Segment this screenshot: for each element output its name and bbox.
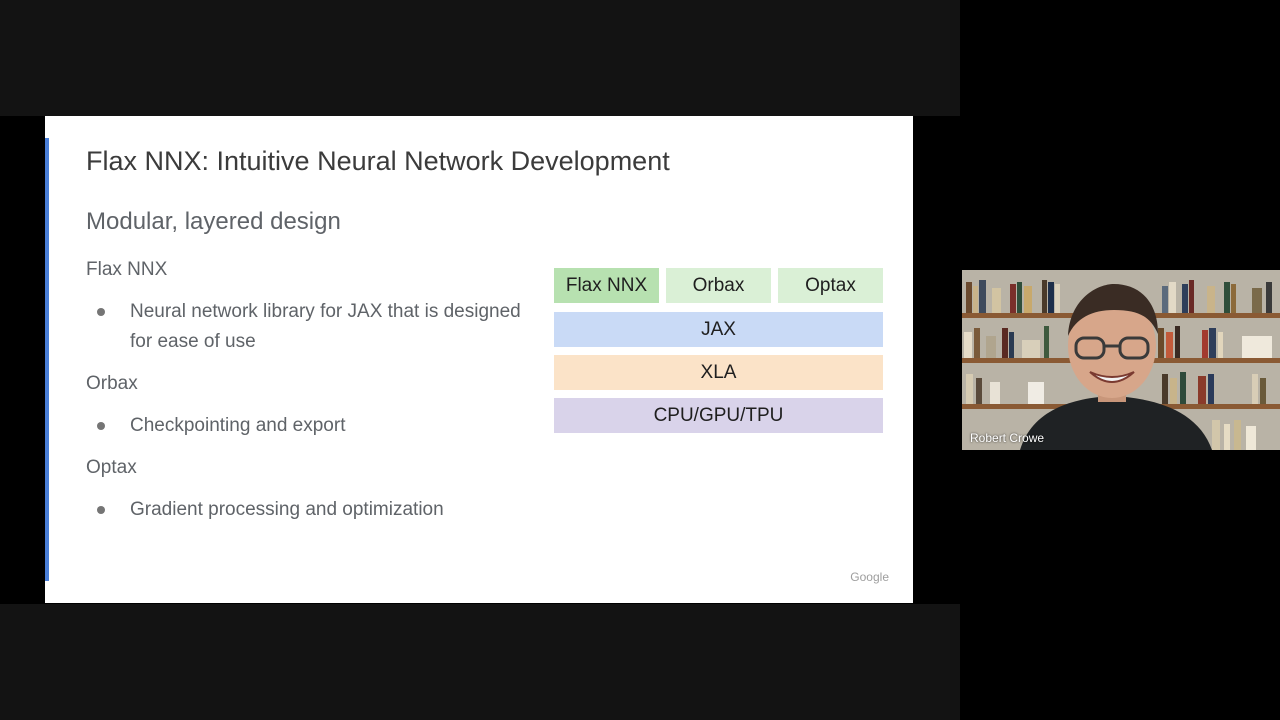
bullet-text-orbax: Checkpointing and export: [130, 415, 346, 436]
bullet-text-optax: Gradient processing and optimization: [130, 499, 444, 520]
section-label-optax: Optax: [86, 457, 137, 478]
participant-name-tag: Robert Crowe: [970, 431, 1045, 445]
presentation-slide: Flax NNX: Intuitive Neural Network Devel…: [45, 116, 913, 603]
letterbox-bottom: [0, 604, 960, 720]
bullet-dot: [97, 506, 105, 514]
participant-video-feed: [962, 270, 1280, 450]
stack-box-xla: XLA: [554, 355, 883, 390]
bullet-text-flax-nnx: Neural network library for JAX that is d…: [130, 301, 521, 352]
stack-box-hardware: CPU/GPU/TPU: [554, 398, 883, 433]
stack-box-optax: Optax: [778, 268, 883, 303]
slide-subtitle: Modular, layered design: [86, 208, 341, 235]
stack-box-orbax: Orbax: [666, 268, 771, 303]
meeting-stage: Flax NNX: Intuitive Neural Network Devel…: [0, 0, 1280, 720]
letterbox-top: [0, 0, 960, 116]
participant-video-tile[interactable]: Robert Crowe: [962, 270, 1280, 450]
stack-box-jax: JAX: [554, 312, 883, 347]
section-label-flax-nnx: Flax NNX: [86, 259, 168, 280]
slide-title: Flax NNX: Intuitive Neural Network Devel…: [86, 146, 670, 176]
bullet-dot: [97, 422, 105, 430]
stack-box-flax-nnx: Flax NNX: [554, 268, 659, 303]
section-label-orbax: Orbax: [86, 373, 138, 394]
slide-accent-bar: [45, 138, 49, 581]
google-logo: Google: [850, 570, 889, 584]
bullet-dot: [97, 308, 105, 316]
